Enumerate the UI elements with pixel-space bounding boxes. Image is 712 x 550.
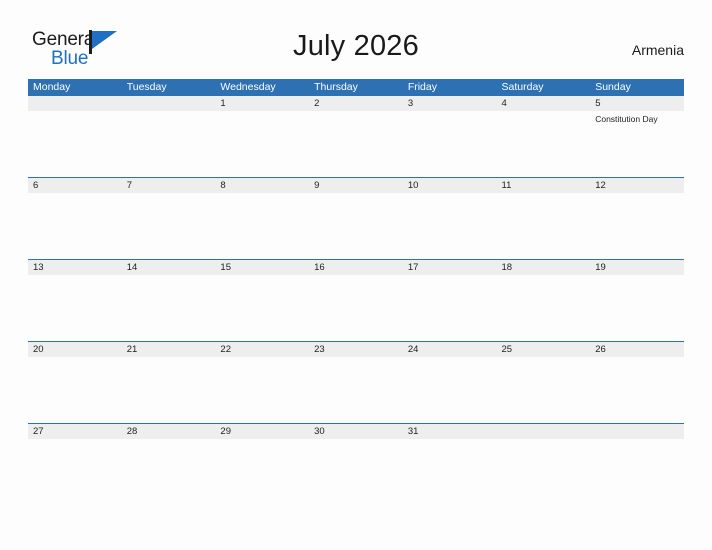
day-cell[interactable]: [28, 96, 122, 177]
day-number: 16: [314, 262, 325, 273]
week-row: 1 2 3 4 5 Constitution Day: [28, 96, 684, 177]
day-cell[interactable]: 28: [122, 424, 216, 505]
day-number: 17: [407, 262, 419, 273]
day-cell[interactable]: 17: [403, 260, 497, 341]
day-number: 20: [33, 344, 44, 355]
day-cell[interactable]: [122, 96, 216, 177]
day-cell[interactable]: 1: [215, 96, 309, 177]
weekday-header-saturday: Saturday: [501, 81, 544, 93]
country-label: Armenia: [631, 42, 684, 58]
day-cell[interactable]: 12: [590, 178, 684, 259]
day-number: 10: [407, 180, 419, 191]
day-cell[interactable]: 14: [122, 260, 216, 341]
day-number: 21: [126, 344, 138, 355]
day-cell[interactable]: 25: [497, 342, 591, 423]
day-number: 22: [220, 344, 231, 355]
day-cell[interactable]: 13: [28, 260, 122, 341]
day-number: 2: [314, 98, 320, 109]
day-number: 29: [220, 426, 231, 437]
day-number: 4: [501, 98, 507, 109]
day-cell[interactable]: 31: [403, 424, 497, 505]
weekday-header-wednesday: Wednesday: [220, 81, 276, 93]
day-number: 15: [220, 262, 231, 273]
day-number: 24: [407, 344, 419, 355]
day-number: 1: [220, 98, 226, 109]
day-number: 26: [595, 344, 606, 355]
day-cell[interactable]: 22: [215, 342, 309, 423]
day-cell[interactable]: 23: [309, 342, 403, 423]
week-row: 13 14 15 16 17 18 19: [28, 259, 684, 341]
day-number: 6: [33, 180, 39, 191]
weekday-header-sunday: Sunday: [595, 81, 631, 93]
day-cell[interactable]: 26: [590, 342, 684, 423]
holiday-label: Constitution Day: [595, 114, 658, 124]
day-cell[interactable]: 7: [122, 178, 216, 259]
weekday-header-friday: Friday: [407, 81, 437, 93]
calendar-grid: Monday Tuesday Wednesday Thursday Friday…: [28, 79, 684, 505]
page-title: July 2026: [293, 30, 419, 62]
day-cell[interactable]: 27: [28, 424, 122, 505]
weekday-header-thursday: Thursday: [314, 81, 358, 93]
weekday-header-row: Monday Tuesday Wednesday Thursday Friday…: [28, 79, 684, 96]
day-cell[interactable]: 5 Constitution Day: [590, 96, 684, 177]
day-number: 3: [407, 98, 414, 109]
day-cell[interactable]: 18: [497, 260, 591, 341]
day-cell[interactable]: 11: [497, 178, 591, 259]
day-number: 13: [33, 262, 44, 273]
day-number: 14: [126, 262, 138, 273]
day-number: 28: [126, 426, 138, 437]
day-number: 27: [33, 426, 44, 437]
day-cell[interactable]: 15: [215, 260, 309, 341]
weekday-header-tuesday: Tuesday: [126, 81, 167, 93]
day-cell[interactable]: 10: [403, 178, 497, 259]
calendar-page: General Blue July 2026 Armenia Monday Tu…: [0, 0, 712, 550]
day-number: 7: [126, 180, 132, 191]
day-number: 25: [501, 344, 513, 355]
day-number: 19: [595, 262, 606, 273]
day-number: 30: [314, 426, 325, 437]
day-cell[interactable]: [590, 424, 684, 505]
day-number: 9: [314, 180, 320, 191]
day-number: 11: [501, 180, 512, 191]
day-cell[interactable]: 21: [122, 342, 216, 423]
day-number: 5: [595, 98, 601, 109]
day-cell[interactable]: 19: [590, 260, 684, 341]
day-cell[interactable]: 6: [28, 178, 122, 259]
page-header: General Blue July 2026 Armenia: [0, 0, 712, 78]
week-row: 20 21 22 23 24 25 26: [28, 341, 684, 423]
day-cell[interactable]: 20: [28, 342, 122, 423]
day-cell[interactable]: 3: [403, 96, 497, 177]
day-number: 12: [595, 180, 606, 191]
day-number: 31: [407, 426, 419, 437]
day-cell[interactable]: 4: [497, 96, 591, 177]
day-number: 23: [314, 344, 325, 355]
day-cell[interactable]: 9: [309, 178, 403, 259]
day-cell[interactable]: 29: [215, 424, 309, 505]
weekday-header-monday: Monday: [33, 81, 71, 93]
day-cell[interactable]: 24: [403, 342, 497, 423]
week-row: 6 7 8 9 10 11 12: [28, 177, 684, 259]
day-cell[interactable]: 8: [215, 178, 309, 259]
day-cell[interactable]: [497, 424, 591, 505]
day-number: 8: [220, 180, 226, 191]
day-cell[interactable]: 16: [309, 260, 403, 341]
day-cell[interactable]: 30: [309, 424, 403, 505]
day-cell[interactable]: 2: [309, 96, 403, 177]
day-number: 18: [501, 262, 513, 273]
week-row: 27 28 29 30 31: [28, 423, 684, 505]
